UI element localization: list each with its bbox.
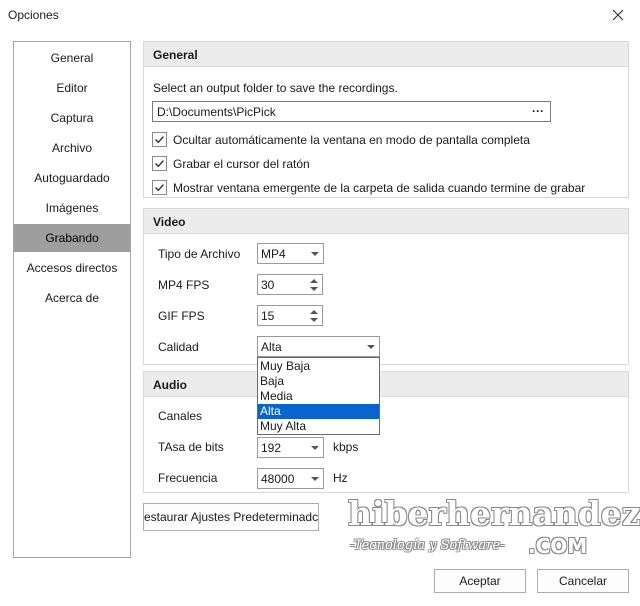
mp4-fps-stepper[interactable]: 30 — [257, 274, 323, 295]
video-section-header: Video — [143, 208, 629, 234]
close-icon — [612, 9, 624, 21]
ok-button[interactable]: Aceptar — [434, 569, 526, 593]
nav-item-archivo[interactable]: Archivo — [14, 134, 130, 162]
record-cursor-label: Grabar el cursor del ratón — [173, 157, 310, 171]
watermark-logo: hiberhernandez -Tecnología y Software- .… — [348, 494, 640, 566]
frequency-value: 48000 — [261, 472, 295, 486]
restore-defaults-button[interactable]: estaurar Ajustes Predeterminadc — [143, 503, 319, 531]
nav-item-grabando[interactable]: Grabando — [14, 224, 130, 252]
hide-window-label: Ocultar automáticamente la ventana en mo… — [173, 133, 530, 147]
quality-option-alta[interactable]: Alta — [258, 404, 379, 419]
chevron-down-icon — [367, 345, 375, 349]
audio-section-header: Audio — [143, 371, 629, 397]
gif-fps-value: 15 — [261, 309, 275, 323]
channels-label: Canales — [158, 409, 203, 423]
watermark-tagline: -Tecnología y Software- — [350, 538, 505, 553]
chevron-down-icon — [311, 477, 319, 481]
increment-arrow-icon[interactable] — [309, 308, 319, 316]
bitrate-dropdown[interactable]: 192 — [257, 437, 324, 458]
checkmark-icon — [155, 136, 164, 144]
increment-arrow-icon[interactable] — [309, 277, 319, 285]
quality-label: Calidad — [158, 340, 199, 354]
frequency-unit: Hz — [333, 471, 348, 485]
gif-fps-stepper[interactable]: 15 — [257, 305, 323, 326]
quality-option-baja[interactable]: Baja — [258, 374, 379, 389]
output-folder-value: D:\Documents\PicPick — [157, 105, 276, 119]
close-button[interactable] — [598, 0, 638, 30]
nav-item-general[interactable]: General — [14, 44, 130, 72]
video-section-title: Video — [153, 215, 186, 229]
output-folder-instruction: Select an output folder to save the reco… — [153, 81, 398, 95]
file-type-value: MP4 — [261, 247, 286, 261]
bitrate-label: TAsa de bits — [158, 440, 224, 454]
watermark-domain: .COM — [528, 534, 588, 558]
chevron-down-icon — [311, 252, 319, 256]
quality-dropdown[interactable]: Alta — [257, 336, 380, 357]
decrement-arrow-icon[interactable] — [309, 316, 319, 324]
chevron-down-icon — [311, 446, 319, 450]
nav-item-imagenes[interactable]: Imágenes — [14, 194, 130, 222]
browse-folder-button[interactable]: ··· — [530, 104, 546, 118]
checkmark-icon — [155, 160, 164, 168]
output-folder-field[interactable]: D:\Documents\PicPick ··· — [152, 101, 551, 122]
title-bar: Opciones — [0, 0, 640, 30]
nav-item-acerca-de[interactable]: Acerca de — [14, 284, 130, 312]
quality-option-muy-baja[interactable]: Muy Baja — [258, 359, 379, 374]
file-type-label: Tipo de Archivo — [158, 247, 241, 261]
nav-item-autoguardado[interactable]: Autoguardado — [14, 164, 130, 192]
show-popup-label: Mostrar ventana emergente de la carpeta … — [173, 181, 586, 195]
nav-item-accesos-directos[interactable]: Accesos directos — [14, 254, 130, 282]
audio-section-title: Audio — [153, 378, 187, 392]
quality-option-muy-alta[interactable]: Muy Alta — [258, 419, 379, 434]
general-section-header: General — [143, 41, 629, 67]
window-title: Opciones — [8, 8, 59, 22]
frequency-label: Frecuencia — [158, 471, 218, 485]
cancel-button[interactable]: Cancelar — [537, 569, 629, 593]
options-nav: General Editor Captura Archivo Autoguard… — [13, 41, 131, 558]
mp4-fps-label: MP4 FPS — [158, 278, 210, 292]
mp4-fps-value: 30 — [261, 278, 275, 292]
gif-fps-label: GIF FPS — [158, 309, 205, 323]
record-cursor-checkbox[interactable] — [152, 156, 167, 171]
file-type-dropdown[interactable]: MP4 — [257, 243, 324, 264]
quality-option-media[interactable]: Media — [258, 389, 379, 404]
nav-item-editor[interactable]: Editor — [14, 74, 130, 102]
decrement-arrow-icon[interactable] — [309, 285, 319, 293]
general-section-title: General — [153, 48, 198, 62]
frequency-dropdown[interactable]: 48000 — [257, 468, 324, 489]
checkmark-icon — [155, 184, 164, 192]
bitrate-unit: kbps — [333, 440, 359, 454]
quality-options-list: Muy Baja Baja Media Alta Muy Alta — [257, 357, 380, 435]
hide-window-checkbox[interactable] — [152, 132, 167, 147]
quality-value: Alta — [261, 340, 282, 354]
bitrate-value: 192 — [261, 441, 282, 455]
show-popup-checkbox[interactable] — [152, 180, 167, 195]
watermark-main-text: hiberhernandez — [348, 494, 640, 533]
nav-item-captura[interactable]: Captura — [14, 104, 130, 132]
